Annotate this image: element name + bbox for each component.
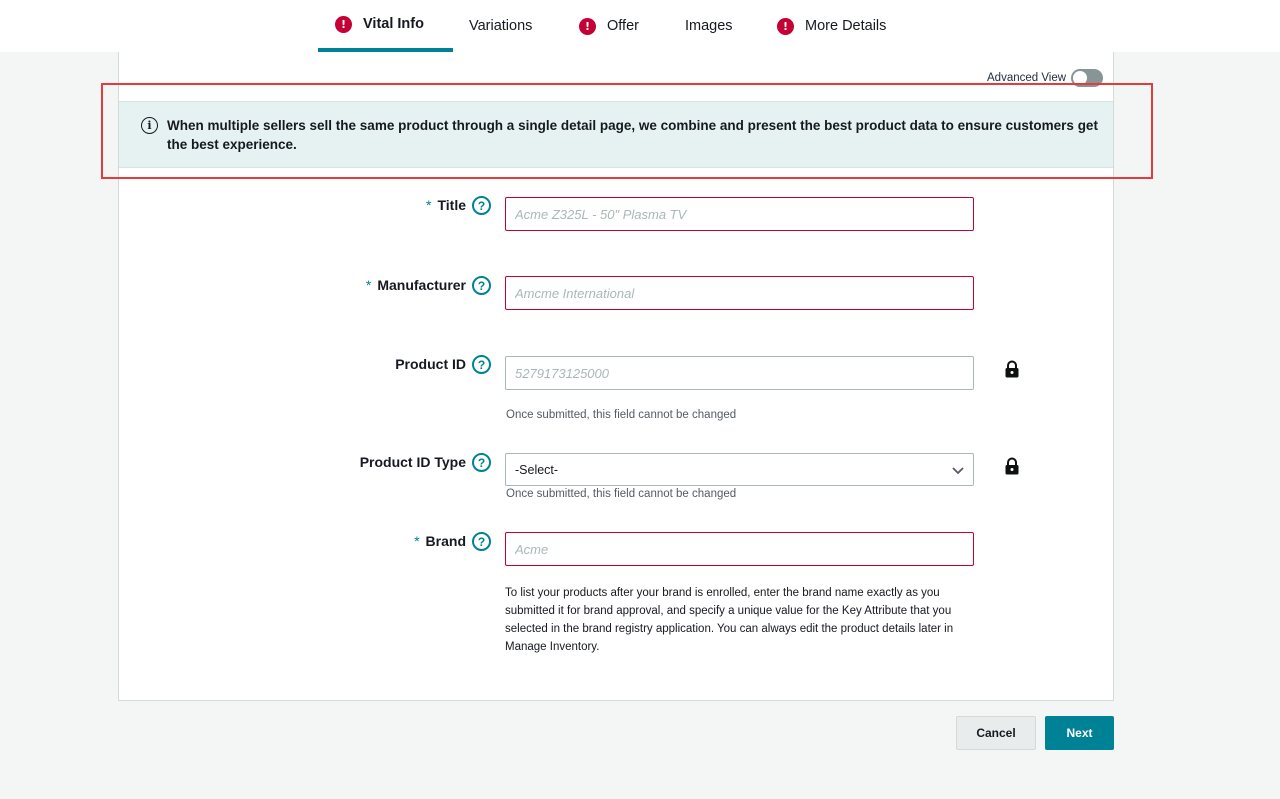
product-id-type-select[interactable]: -Select- <box>505 453 974 486</box>
required-marker: * <box>426 197 432 213</box>
tab-label: Offer <box>607 18 639 34</box>
top-tab-bar: ! Vital Info Variations ! Offer Images !… <box>0 0 1280 52</box>
tab-variations[interactable]: Variations <box>469 0 532 52</box>
product-id-label: Product ID <box>395 356 466 372</box>
next-button[interactable]: Next <box>1045 716 1114 750</box>
manufacturer-label: * Manufacturer <box>366 277 466 293</box>
required-marker: * <box>365 277 372 293</box>
help-icon[interactable]: ? <box>472 532 491 551</box>
advanced-view-toggle[interactable] <box>1071 69 1104 87</box>
brand-label-text: Brand <box>425 533 466 549</box>
brand-note: To list your products after your brand i… <box>505 587 954 653</box>
info-banner-text: When multiple sellers sell the same prod… <box>167 118 1098 152</box>
select-value: -Select- <box>515 462 559 477</box>
tab-label: More Details <box>805 18 887 34</box>
tab-vital-info[interactable]: ! Vital Info <box>318 0 453 52</box>
advanced-view-label: Advanced View <box>987 72 1067 84</box>
manufacturer-input[interactable] <box>505 276 974 310</box>
brand-label: * Brand <box>414 533 466 549</box>
error-icon: ! <box>335 15 352 33</box>
error-icon: ! <box>579 17 596 35</box>
lock-icon <box>1005 360 1019 378</box>
tab-label: Variations <box>469 18 533 34</box>
help-icon[interactable]: ? <box>472 276 491 295</box>
help-icon[interactable]: ? <box>472 355 491 374</box>
tab-more-details[interactable]: ! More Details <box>777 0 886 52</box>
lock-icon <box>1005 457 1019 475</box>
info-icon: i <box>141 117 158 134</box>
toggle-knob <box>1073 71 1088 85</box>
tab-images[interactable]: Images <box>685 0 733 52</box>
brand-input[interactable] <box>505 532 974 566</box>
title-input[interactable] <box>505 197 974 231</box>
advanced-view-control: Advanced View <box>987 69 1104 87</box>
error-icon: ! <box>777 17 794 35</box>
product-id-type-label-text: Product ID Type <box>359 454 466 470</box>
required-marker: * <box>414 533 420 549</box>
title-label-text: Title <box>437 197 466 213</box>
help-icon[interactable]: ? <box>472 196 491 215</box>
title-label: * Title <box>426 197 466 213</box>
help-icon[interactable]: ? <box>472 453 491 472</box>
product-id-hint: Once submitted, this field cannot be cha… <box>506 409 737 421</box>
product-id-label-text: Product ID <box>395 356 466 372</box>
chevron-down-icon <box>952 467 964 475</box>
product-id-type-label: Product ID Type <box>360 454 466 470</box>
tab-offer[interactable]: ! Offer <box>579 0 639 52</box>
tab-label: Images <box>685 18 733 34</box>
manufacturer-label-text: Manufacturer <box>377 277 466 293</box>
cancel-button[interactable]: Cancel <box>956 716 1036 750</box>
tab-label: Vital Info <box>363 16 424 32</box>
product-id-type-hint: Once submitted, this field cannot be cha… <box>506 488 737 500</box>
product-id-input[interactable] <box>505 356 974 390</box>
